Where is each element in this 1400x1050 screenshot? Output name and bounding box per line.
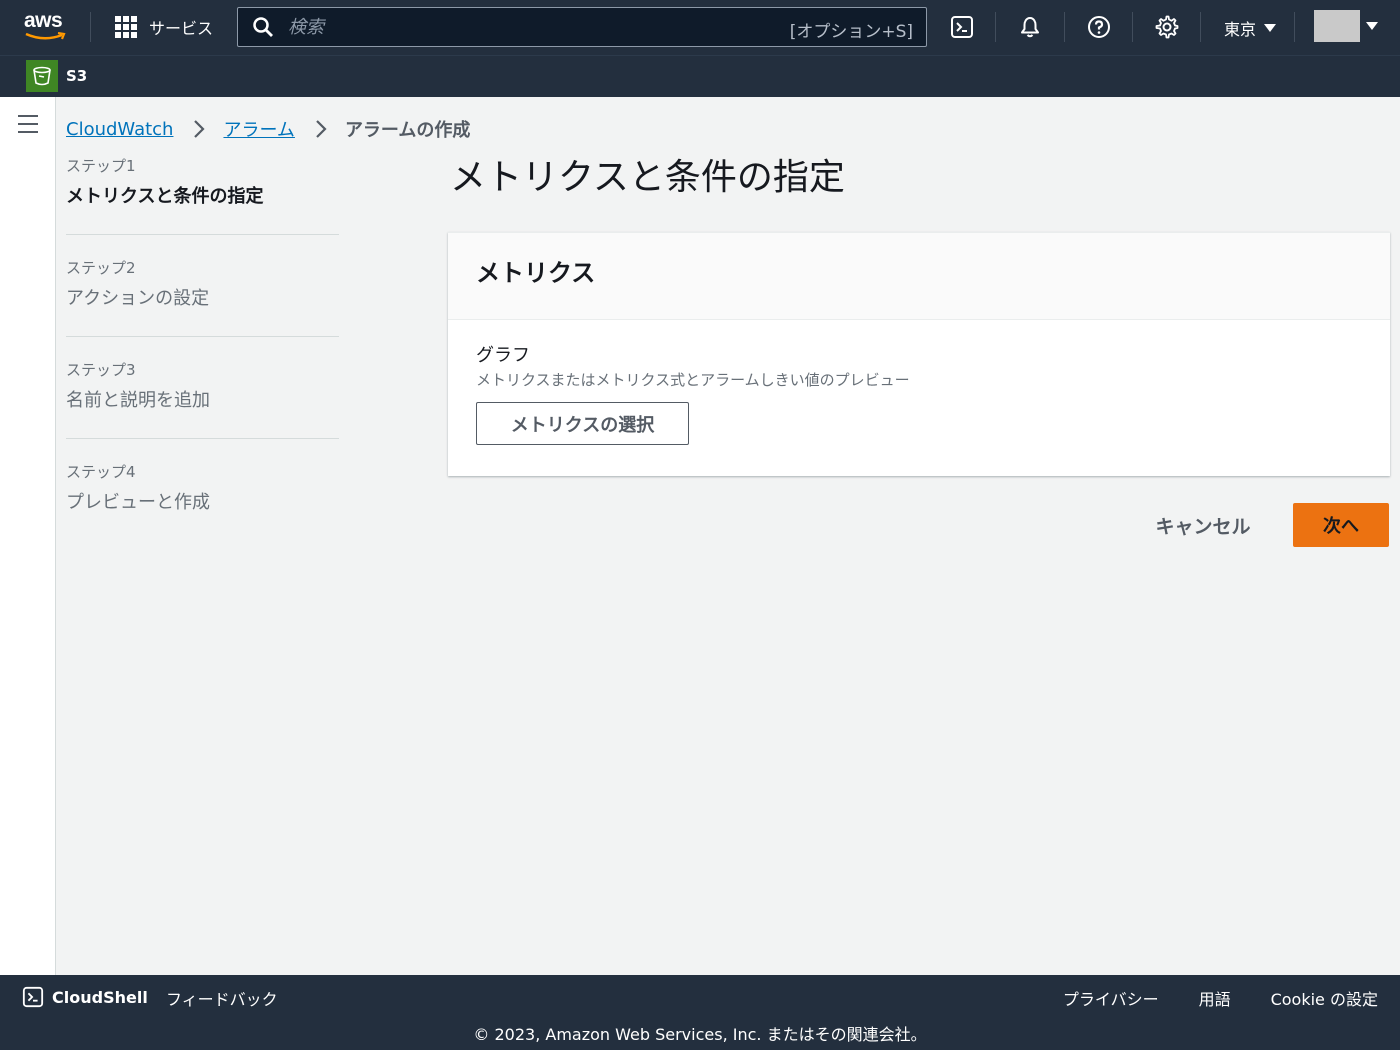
nav-divider [1200, 12, 1201, 42]
step-number: ステップ1 [66, 157, 136, 175]
caret-down-icon [1366, 22, 1378, 30]
nav-divider [1064, 12, 1065, 42]
nav-divider [995, 12, 996, 42]
side-navigation-rail [0, 97, 56, 975]
step-title: アクションの設定 [66, 288, 210, 309]
cloudshell-button[interactable] [948, 13, 976, 41]
breadcrumb-alarms[interactable]: アラーム [223, 116, 294, 142]
bell-icon [1021, 17, 1039, 38]
nav-divider [1132, 12, 1133, 42]
graph-label: グラフ [476, 345, 530, 366]
aws-smile-icon [25, 32, 66, 40]
wizard-steps: ステップ1 メトリクスと条件の指定 ステップ2 アクションの設定 ステップ3 名… [66, 156, 339, 516]
footer-cloudshell-button[interactable]: CloudShell [22, 986, 148, 1008]
notifications-button[interactable] [1016, 13, 1044, 41]
footer: CloudShell フィードバック プライバシー 用語 Cookie の設定 … [0, 975, 1400, 1050]
wizard-step-4: ステップ4 プレビューと作成 [66, 462, 339, 516]
help-button[interactable] [1085, 13, 1113, 41]
cookie-settings-link[interactable]: Cookie の設定 [1271, 986, 1378, 1010]
caret-down-icon [1264, 24, 1277, 32]
next-button[interactable]: 次へ [1293, 503, 1389, 547]
select-metric-button[interactable]: メトリクスの選択 [476, 402, 689, 445]
help-icon [1088, 16, 1110, 38]
feedback-link[interactable]: フィードバック [166, 986, 278, 1010]
services-menu[interactable]: サービス [115, 15, 213, 39]
step-divider [66, 336, 339, 337]
privacy-link[interactable]: プライバシー [1063, 986, 1159, 1010]
footer-cloudshell-label: CloudShell [52, 987, 148, 1007]
step-divider [66, 438, 339, 439]
step-title: プレビューと作成 [66, 492, 210, 513]
chevron-right-icon [194, 120, 206, 138]
nav-divider [1294, 12, 1295, 42]
top-navigation: aws サービス [オプション+S] [0, 0, 1400, 55]
copyright-text: © 2023, Amazon Web Services, Inc. またはその関… [473, 1025, 927, 1044]
menu-toggle-button[interactable] [18, 115, 38, 133]
search-input[interactable] [288, 16, 748, 38]
footer-links: プライバシー 用語 Cookie の設定 [1023, 986, 1378, 1010]
step-number: ステップ3 [66, 361, 136, 379]
breadcrumb: CloudWatch アラーム アラームの作成 [66, 116, 470, 142]
favorites-bar: S3 [0, 55, 1400, 97]
chevron-right-icon [316, 120, 327, 138]
step-number: ステップ4 [66, 463, 136, 481]
aws-logo-text: aws [24, 9, 63, 32]
search-bar[interactable]: [オプション+S] [237, 7, 927, 47]
favorite-s3[interactable]: S3 [26, 60, 87, 92]
settings-button[interactable] [1153, 13, 1181, 41]
step-title: メトリクスと条件の指定 [66, 186, 264, 207]
cloudshell-icon [22, 986, 44, 1008]
region-selector[interactable]: 東京 [1224, 16, 1277, 40]
cancel-button[interactable]: キャンセル [1140, 504, 1266, 547]
aws-logo[interactable]: aws [24, 10, 70, 42]
wizard-step-3: ステップ3 名前と説明を追加 [66, 360, 339, 414]
breadcrumb-current: アラームの作成 [344, 120, 471, 141]
services-label: サービス [149, 19, 214, 38]
gear-icon [1155, 15, 1179, 39]
cloudshell-icon [951, 16, 973, 38]
panel-body: グラフ メトリクスまたはメトリクス式とアラームしきい値のプレビュー メトリクスの… [448, 320, 1390, 469]
grid-icon [115, 16, 137, 38]
wizard-step-1: ステップ1 メトリクスと条件の指定 [66, 156, 339, 210]
step-divider [66, 234, 339, 235]
graph-description: メトリクスまたはメトリクス式とアラームしきい値のプレビュー [476, 371, 910, 389]
wizard-step-2: ステップ2 アクションの設定 [66, 258, 339, 312]
search-shortcut-hint: [オプション+S] [789, 22, 913, 42]
step-number: ステップ2 [66, 259, 136, 277]
favorite-s3-label: S3 [66, 67, 88, 85]
account-menu[interactable] [1314, 10, 1378, 42]
s3-service-icon [26, 60, 58, 92]
page-title: メトリクスと条件の指定 [450, 157, 845, 198]
panel-title: メトリクス [476, 259, 596, 287]
metrics-panel: メトリクス グラフ メトリクスまたはメトリクス式とアラームしきい値のプレビュー … [448, 232, 1390, 476]
panel-header: メトリクス [448, 233, 1390, 320]
breadcrumb-cloudwatch[interactable]: CloudWatch [66, 119, 173, 140]
step-title: 名前と説明を追加 [66, 390, 210, 411]
search-icon [253, 17, 273, 37]
account-name-redacted [1314, 10, 1360, 42]
nav-divider [90, 12, 91, 42]
terms-link[interactable]: 用語 [1199, 986, 1231, 1010]
region-label: 東京 [1224, 20, 1257, 39]
